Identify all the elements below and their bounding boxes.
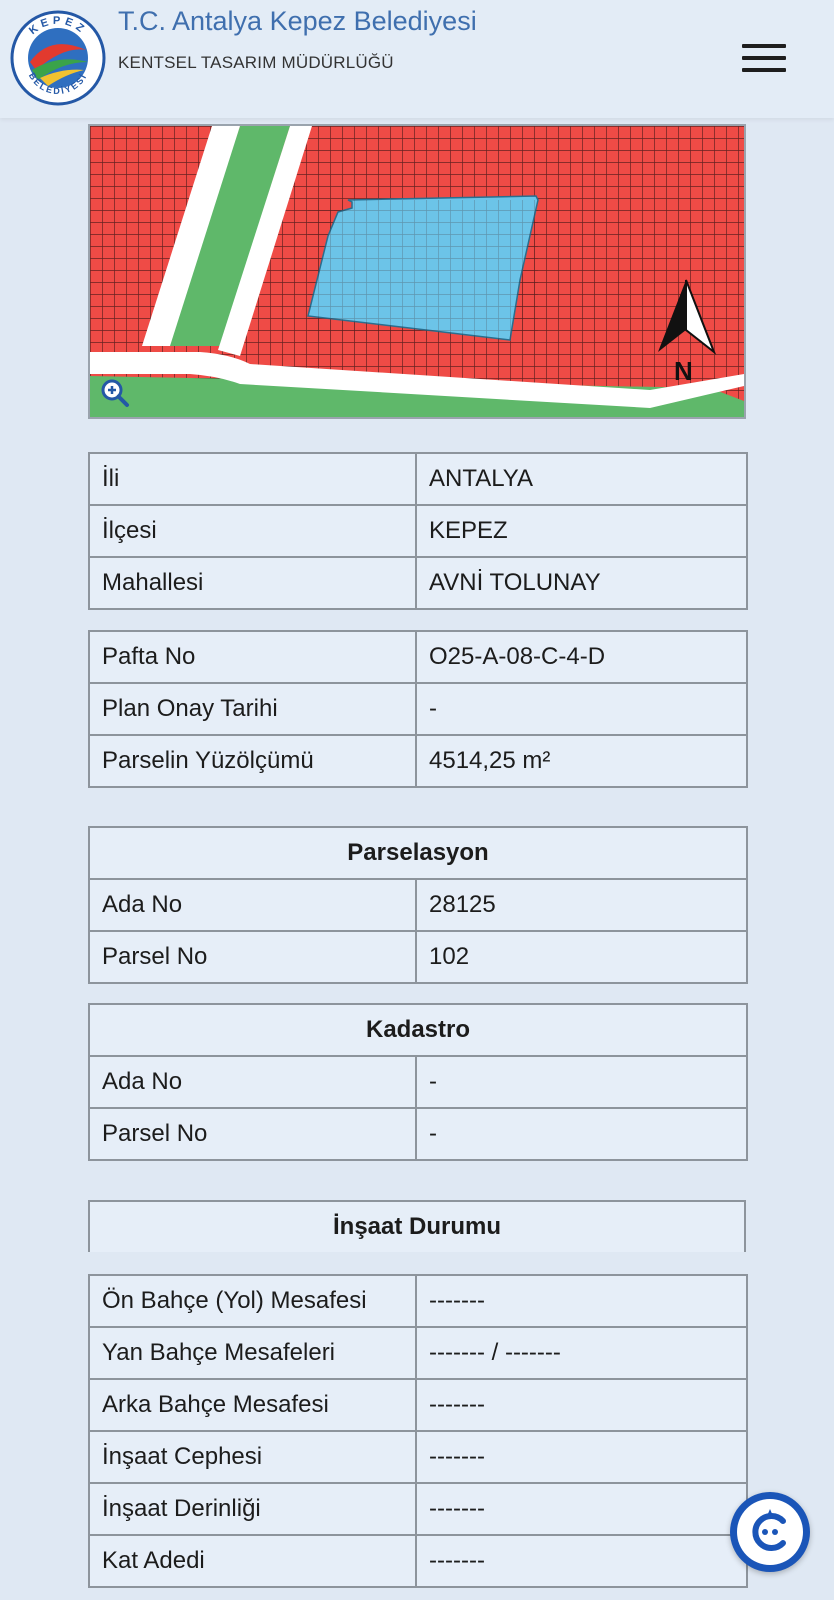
- row-label: Pafta No: [88, 630, 417, 684]
- row-label: İlçesi: [88, 504, 417, 558]
- row-value: -------: [415, 1378, 748, 1432]
- kepez-logo[interactable]: KEPEZ BELEDİYESİ: [10, 10, 106, 106]
- page-title: T.C. Antalya Kepez Belediyesi: [118, 6, 477, 36]
- table-row: İnşaat Derinliği -------: [88, 1482, 748, 1536]
- table-row: Pafta No O25-A-08-C-4-D: [88, 630, 748, 684]
- table-row: Yan Bahçe Mesafeleri ------- / -------: [88, 1326, 748, 1380]
- page-subtitle: KENTSEL TASARIM MÜDÜRLÜĞÜ: [118, 53, 394, 72]
- row-label: İnşaat Derinliği: [88, 1482, 417, 1536]
- app-header: KEPEZ BELEDİYESİ T.C. Antalya Kepez Bele…: [0, 0, 834, 118]
- section-title: Parselasyon: [87, 826, 749, 880]
- row-value: 4514,25 m²: [415, 734, 748, 788]
- row-label: Ada No: [88, 878, 417, 932]
- plan-table: Pafta No O25-A-08-C-4-D Plan Onay Tarihi…: [88, 630, 748, 788]
- table-row: Kat Adedi -------: [88, 1534, 748, 1588]
- row-label: Parsel No: [88, 1107, 417, 1161]
- zoom-in-icon[interactable]: [100, 378, 130, 408]
- table-row: İli ANTALYA: [88, 452, 748, 506]
- row-value: O25-A-08-C-4-D: [415, 630, 748, 684]
- row-label: Plan Onay Tarihi: [88, 682, 417, 736]
- parselasyon-table: Parselasyon Ada No 28125 Parsel No 102: [87, 826, 749, 984]
- table-row: Arka Bahçe Mesafesi -------: [88, 1378, 748, 1432]
- row-value: AVNİ TOLUNAY: [415, 556, 748, 610]
- row-value: -: [415, 1107, 748, 1161]
- row-value: -: [415, 1055, 748, 1109]
- section-title: Kadastro: [88, 1003, 748, 1057]
- table-row: Mahallesi AVNİ TOLUNAY: [88, 556, 748, 610]
- row-value: -------: [415, 1430, 748, 1484]
- row-value: -: [415, 682, 748, 736]
- table-header-row: Kadastro: [88, 1003, 748, 1057]
- row-label: Mahallesi: [88, 556, 417, 610]
- hamburger-menu-icon[interactable]: [742, 44, 788, 74]
- chat-assistant-button[interactable]: [730, 1492, 810, 1572]
- north-label: N: [674, 356, 693, 386]
- row-label: Ön Bahçe (Yol) Mesafesi: [88, 1274, 417, 1328]
- row-label: Ada No: [88, 1055, 417, 1109]
- row-label: Yan Bahçe Mesafeleri: [88, 1326, 417, 1380]
- row-label: Kat Adedi: [88, 1534, 417, 1588]
- row-value: -------: [415, 1482, 748, 1536]
- row-value: -------: [415, 1274, 748, 1328]
- insaat-table: Ön Bahçe (Yol) Mesafesi ------- Yan Bahç…: [88, 1274, 748, 1588]
- table-row: Ön Bahçe (Yol) Mesafesi -------: [88, 1274, 748, 1328]
- table-header-row: Parselasyon: [87, 826, 749, 880]
- row-value: 28125: [414, 878, 749, 932]
- table-row: İnşaat Cephesi -------: [88, 1430, 748, 1484]
- insaat-section-title: İnşaat Durumu: [88, 1200, 746, 1252]
- chat-assistant-icon: [737, 1499, 803, 1565]
- row-label: Parselin Yüzölçümü: [88, 734, 417, 788]
- row-value: -------: [415, 1534, 748, 1588]
- table-row: Parselin Yüzölçümü 4514,25 m²: [88, 734, 748, 788]
- row-value: ANTALYA: [415, 452, 748, 506]
- table-row: İlçesi KEPEZ: [88, 504, 748, 558]
- table-row: Plan Onay Tarihi -: [88, 682, 748, 736]
- row-label: Parsel No: [88, 930, 417, 984]
- table-row: Ada No -: [88, 1055, 748, 1109]
- kadastro-table: Kadastro Ada No - Parsel No -: [88, 1003, 748, 1161]
- location-table: İli ANTALYA İlçesi KEPEZ Mahallesi AVNİ …: [88, 452, 748, 610]
- row-value: ------- / -------: [415, 1326, 748, 1380]
- map-canvas: N: [90, 126, 744, 417]
- row-label: İli: [88, 452, 417, 506]
- row-value: KEPEZ: [415, 504, 748, 558]
- row-label: Arka Bahçe Mesafesi: [88, 1378, 417, 1432]
- table-row: Parsel No -: [88, 1107, 748, 1161]
- table-row: Parsel No 102: [88, 930, 749, 984]
- parcel-map[interactable]: N: [88, 124, 746, 419]
- table-row: Ada No 28125: [88, 878, 749, 932]
- row-value: 102: [414, 930, 749, 984]
- row-label: İnşaat Cephesi: [88, 1430, 417, 1484]
